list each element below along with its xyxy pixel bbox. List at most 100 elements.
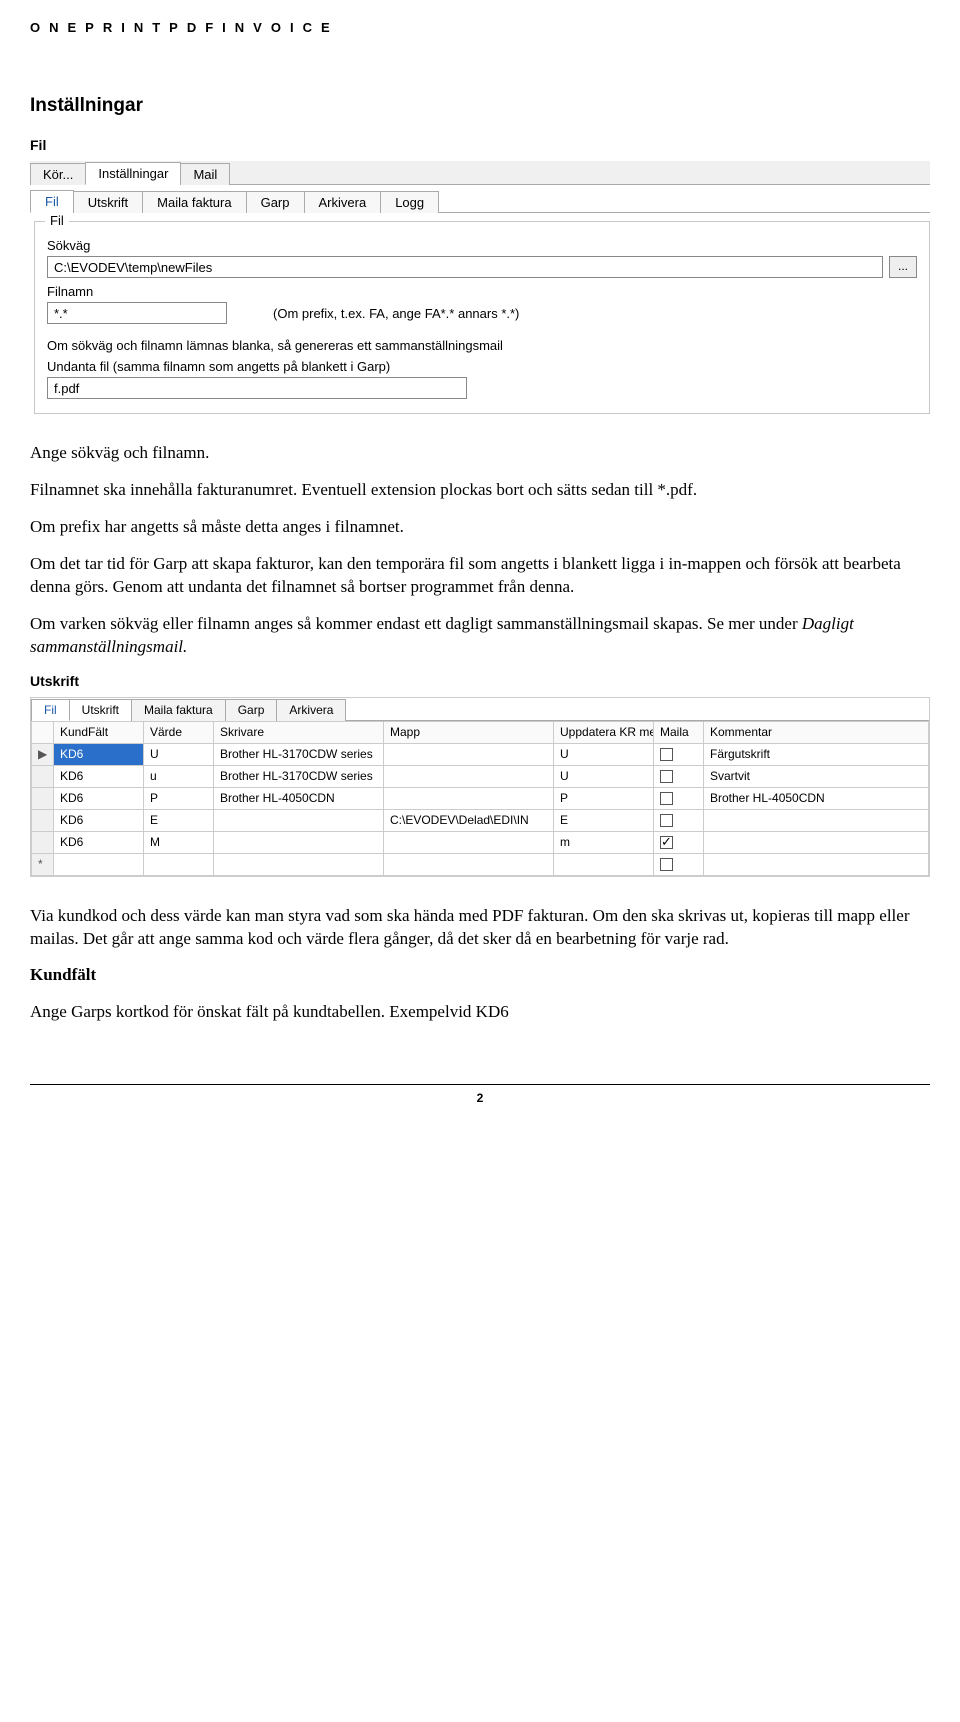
cell-kommentar[interactable]: Svartvit xyxy=(704,765,929,787)
table-header-row: KundFält Värde Skrivare Mapp Uppdatera K… xyxy=(32,721,929,743)
col-uppdatera[interactable]: Uppdatera KR med xyxy=(554,721,654,743)
tab2-arkivera[interactable]: Arkivera xyxy=(276,699,346,721)
input-sokvag[interactable] xyxy=(47,256,883,278)
cell-maila[interactable] xyxy=(654,809,704,831)
cell-varde[interactable]: U xyxy=(144,743,214,765)
table-row[interactable]: KD6uBrother HL-3170CDW series U Svartvit xyxy=(32,765,929,787)
row-marker xyxy=(32,787,54,809)
cell-uppdatera[interactable] xyxy=(554,853,654,875)
cell-varde[interactable]: E xyxy=(144,809,214,831)
cell-mapp[interactable] xyxy=(384,765,554,787)
tab2-utskrift[interactable]: Utskrift xyxy=(69,699,132,721)
checkbox-maila[interactable] xyxy=(660,814,673,827)
checkbox-maila[interactable] xyxy=(660,792,673,805)
cell-mapp[interactable] xyxy=(384,743,554,765)
para-5a: Om varken sökväg eller filnamn anges så … xyxy=(30,614,802,633)
sub-kundfalt: Kundfält xyxy=(30,964,930,987)
note-blank: Om sökväg och filnamn lämnas blanka, så … xyxy=(47,338,917,353)
cell-kommentar[interactable]: Brother HL-4050CDN xyxy=(704,787,929,809)
tab-kor[interactable]: Kör... xyxy=(30,163,86,185)
cell-uppdatera[interactable]: m xyxy=(554,831,654,853)
table-row[interactable]: KD6Mm xyxy=(32,831,929,853)
browse-button[interactable]: ... xyxy=(889,256,917,278)
table-row[interactable]: KD6EC:\EVODEV\Delad\EDI\INE xyxy=(32,809,929,831)
cell-kundfalt[interactable]: KD6 xyxy=(54,809,144,831)
cell-uppdatera[interactable]: U xyxy=(554,765,654,787)
subtab-logg[interactable]: Logg xyxy=(380,191,439,213)
tab2-garp[interactable]: Garp xyxy=(225,699,278,721)
cell-kommentar[interactable]: Färgutskrift xyxy=(704,743,929,765)
cell-mapp[interactable]: C:\EVODEV\Delad\EDI\IN xyxy=(384,809,554,831)
para-6: Via kundkod och dess värde kan man styra… xyxy=(30,905,930,951)
cell-varde[interactable]: P xyxy=(144,787,214,809)
cell-kundfalt[interactable]: KD6 xyxy=(54,831,144,853)
para-7: Ange Garps kortkod för önskat fält på ku… xyxy=(30,1001,930,1024)
section-title: Inställningar xyxy=(30,95,930,117)
cell-varde[interactable] xyxy=(144,853,214,875)
col-kommentar[interactable]: Kommentar xyxy=(704,721,929,743)
cell-maila[interactable] xyxy=(654,743,704,765)
cell-kundfalt[interactable]: KD6 xyxy=(54,787,144,809)
cell-kundfalt[interactable] xyxy=(54,853,144,875)
cell-maila[interactable] xyxy=(654,853,704,875)
cell-uppdatera[interactable]: P xyxy=(554,787,654,809)
cell-kundfalt[interactable]: KD6 xyxy=(54,743,144,765)
cell-skrivare[interactable] xyxy=(214,809,384,831)
cell-skrivare[interactable]: Brother HL-4050CDN xyxy=(214,787,384,809)
tab2-maila-faktura[interactable]: Maila faktura xyxy=(131,699,226,721)
checkbox-maila[interactable] xyxy=(660,858,673,871)
row-marker: ▶ xyxy=(32,743,54,765)
label-filnamn: Filnamn xyxy=(47,284,917,299)
checkbox-maila[interactable] xyxy=(660,770,673,783)
col-mapp[interactable]: Mapp xyxy=(384,721,554,743)
para-5: Om varken sökväg eller filnamn anges så … xyxy=(30,613,930,659)
cell-maila[interactable] xyxy=(654,765,704,787)
cell-kommentar[interactable] xyxy=(704,831,929,853)
checkbox-maila[interactable] xyxy=(660,836,673,849)
tab-mail[interactable]: Mail xyxy=(180,163,230,185)
tab2-fil[interactable]: Fil xyxy=(31,699,70,721)
cell-uppdatera[interactable]: U xyxy=(554,743,654,765)
cell-kommentar[interactable] xyxy=(704,809,929,831)
tab-installningar[interactable]: Inställningar xyxy=(85,162,181,185)
cell-skrivare[interactable]: Brother HL-3170CDW series xyxy=(214,765,384,787)
subtab-arkivera[interactable]: Arkivera xyxy=(304,191,382,213)
table-row[interactable]: KD6PBrother HL-4050CDNPBrother HL-4050CD… xyxy=(32,787,929,809)
cell-maila[interactable] xyxy=(654,831,704,853)
checkbox-maila[interactable] xyxy=(660,748,673,761)
col-kundfalt[interactable]: KundFält xyxy=(54,721,144,743)
table-row[interactable]: * xyxy=(32,853,929,875)
cell-mapp[interactable] xyxy=(384,831,554,853)
para-1: Ange sökväg och filnamn. xyxy=(30,442,930,465)
cell-skrivare[interactable] xyxy=(214,853,384,875)
col-varde[interactable]: Värde xyxy=(144,721,214,743)
para-3: Om prefix har angetts så måste detta ang… xyxy=(30,516,930,539)
cell-varde[interactable]: u xyxy=(144,765,214,787)
subtab-garp[interactable]: Garp xyxy=(246,191,305,213)
input-filnamn[interactable] xyxy=(47,302,227,324)
subtab-maila-faktura[interactable]: Maila faktura xyxy=(142,191,246,213)
tabs2: Fil Utskrift Maila faktura Garp Arkivera xyxy=(31,698,929,721)
cell-skrivare[interactable] xyxy=(214,831,384,853)
table-row[interactable]: ▶KD6UBrother HL-3170CDW seriesUFärgutskr… xyxy=(32,743,929,765)
row-marker xyxy=(32,831,54,853)
cell-skrivare[interactable]: Brother HL-3170CDW series xyxy=(214,743,384,765)
col-maila[interactable]: Maila xyxy=(654,721,704,743)
cell-kommentar[interactable] xyxy=(704,853,929,875)
utskrift-table[interactable]: KundFält Värde Skrivare Mapp Uppdatera K… xyxy=(31,721,929,876)
group-fil: Fil Sökväg ... Filnamn (Om prefix, t.ex.… xyxy=(34,221,930,414)
subtab-utskrift[interactable]: Utskrift xyxy=(73,191,143,213)
para-4: Om det tar tid för Garp att skapa faktur… xyxy=(30,553,930,599)
subtab-fil[interactable]: Fil xyxy=(30,190,74,213)
hint-filnamn: (Om prefix, t.ex. FA, ange FA*.* annars … xyxy=(273,306,519,321)
cell-mapp[interactable] xyxy=(384,787,554,809)
cell-maila[interactable] xyxy=(654,787,704,809)
cell-mapp[interactable] xyxy=(384,853,554,875)
cell-kundfalt[interactable]: KD6 xyxy=(54,765,144,787)
col-skrivare[interactable]: Skrivare xyxy=(214,721,384,743)
cell-uppdatera[interactable]: E xyxy=(554,809,654,831)
input-undanta[interactable] xyxy=(47,377,467,399)
row-marker xyxy=(32,765,54,787)
cell-varde[interactable]: M xyxy=(144,831,214,853)
sub-title-utskrift: Utskrift xyxy=(30,673,930,689)
